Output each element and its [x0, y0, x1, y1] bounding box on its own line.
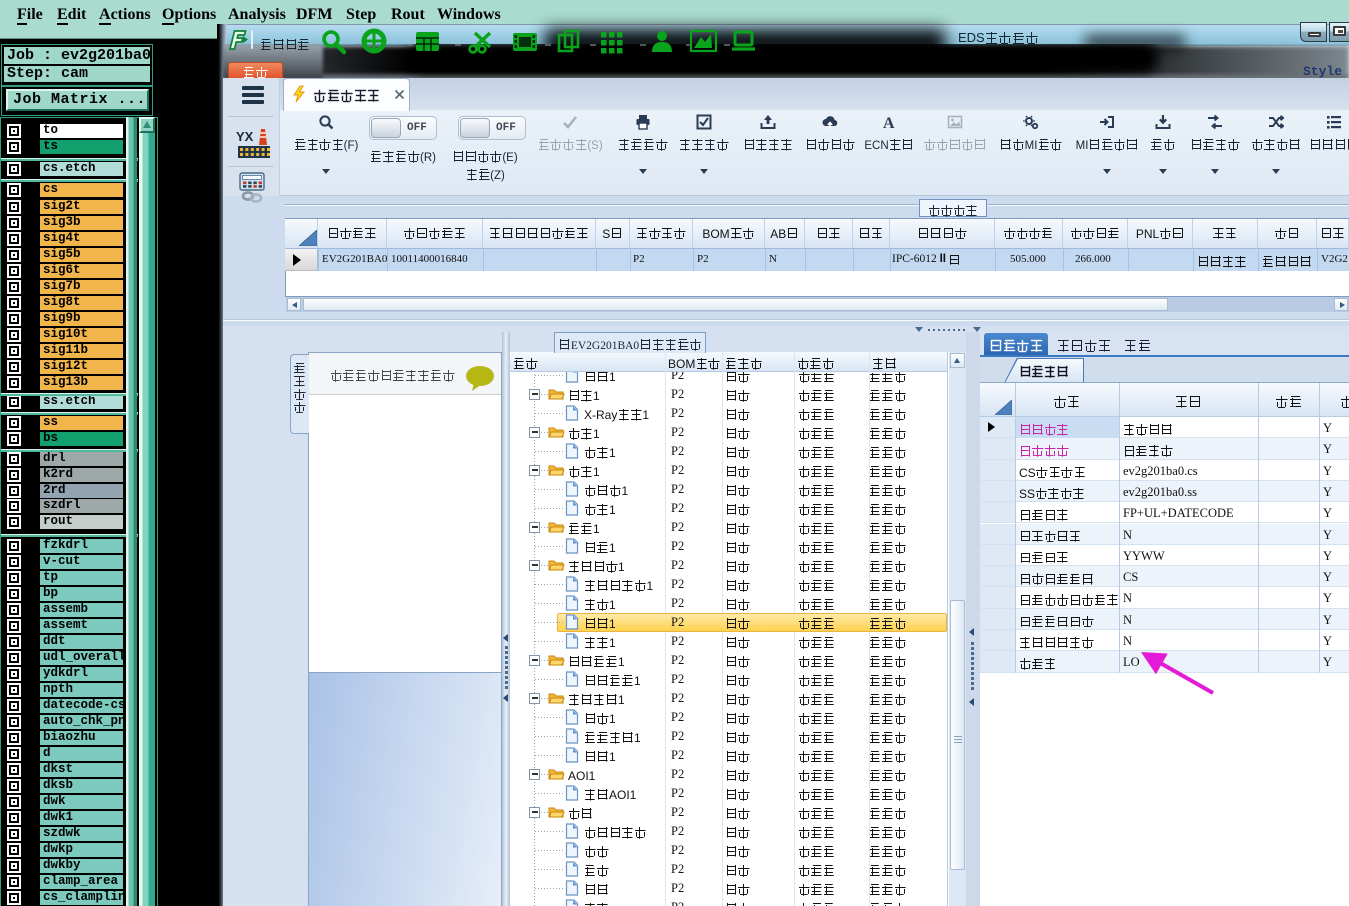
svg-text:A: A: [883, 115, 895, 130]
